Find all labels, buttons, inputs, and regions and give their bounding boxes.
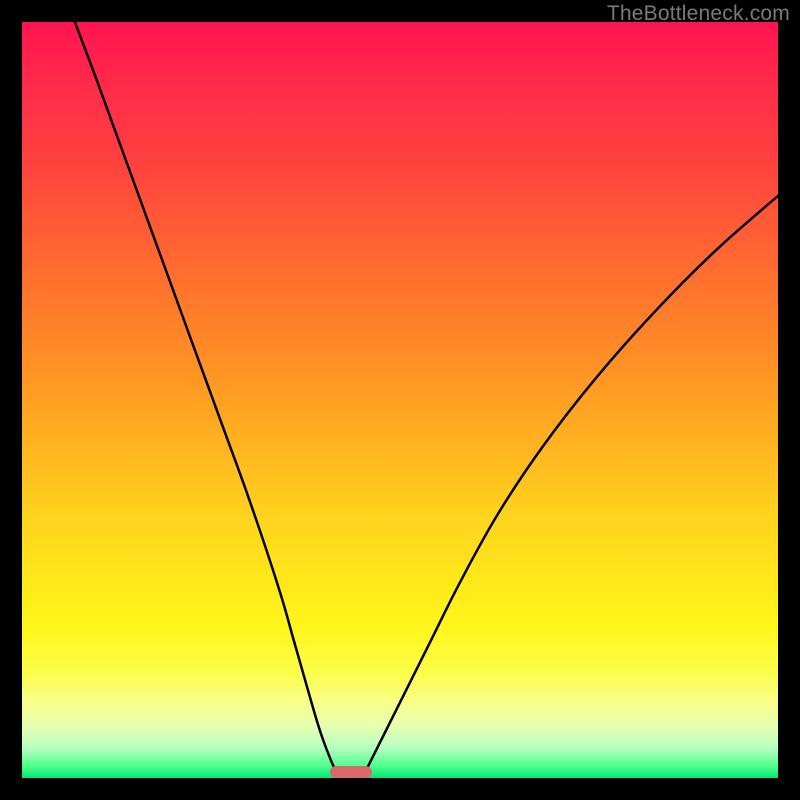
watermark-text: TheBottleneck.com	[607, 2, 790, 26]
chart-frame: TheBottleneck.com	[0, 0, 800, 800]
optimal-marker	[330, 766, 372, 778]
curve-overlay	[22, 22, 778, 778]
left-branch-curve	[75, 22, 340, 778]
plot-area	[22, 22, 778, 778]
right-branch-curve	[362, 196, 778, 778]
